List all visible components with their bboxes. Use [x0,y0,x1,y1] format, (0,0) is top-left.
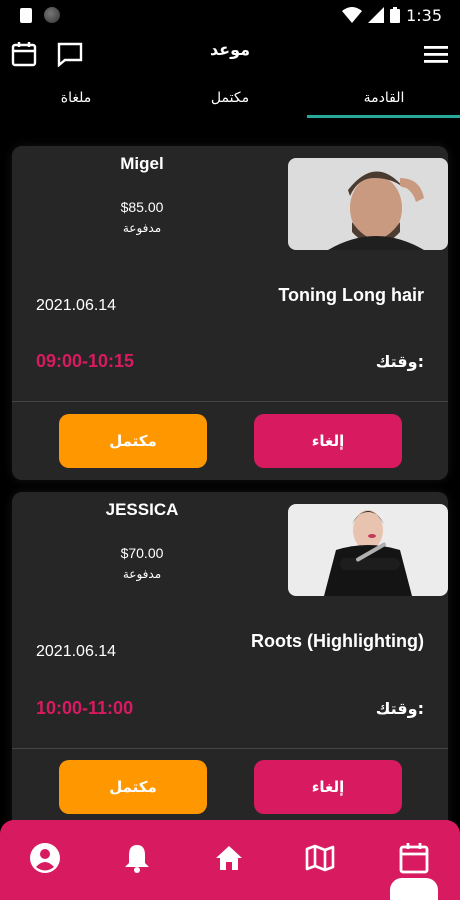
client-photo [288,158,448,250]
wifi-icon [342,7,363,23]
appointment-date: 2021.06.14 [36,297,117,314]
active-nav-indicator [390,878,438,900]
cancel-button[interactable]: إلغاء [254,414,402,468]
menu-button[interactable] [420,38,452,70]
page-title: موعد [209,40,251,59]
time-label: وقتك: [375,699,424,718]
hamburger-menu-icon [424,46,448,63]
service-name: Toning Long hair [278,285,424,305]
appointment-time: 09:00-10:15 [36,351,135,371]
cancel-button[interactable]: إلغاء [254,760,402,814]
payment-status: مدفوعة [122,221,162,235]
time-label: وقتك: [375,352,424,371]
nav-notifications[interactable] [117,838,157,878]
appointment-time: 10:00-11:00 [36,698,134,718]
appointment-price: $70.00 [120,545,164,561]
nav-map[interactable] [300,838,340,878]
signal-icon [368,7,385,23]
client-name: Migel [120,154,164,173]
client-name: JESSICA [105,500,179,519]
notification-dot-icon [44,7,60,23]
card-divider [12,401,448,402]
appointment-price: $85.00 [120,199,164,215]
client-photo [288,504,448,596]
bell-icon [125,845,149,873]
complete-button[interactable]: مكتمل [59,760,207,814]
appointment-card: JESSICA $70.00 مدفوعة Roots (Highlightin… [12,492,448,832]
status-bar: 1:35 [0,0,460,30]
calendar-icon [399,843,429,874]
active-tab-indicator [307,115,460,118]
complete-button[interactable]: مكتمل [59,414,207,468]
payment-status: مدفوعة [122,567,162,581]
bottom-navigation [0,820,460,900]
appointment-date: 2021.06.14 [36,643,117,660]
battery-icon [390,7,401,23]
profile-icon [30,843,60,873]
sim-card-icon [20,7,32,23]
card-divider [12,748,448,749]
appointment-tabs: القادمة مكتمل ملغاة [0,82,460,120]
home-icon [216,846,242,870]
app-header: موعد [0,30,460,78]
nav-profile[interactable] [25,838,65,878]
appointment-card: Migel $85.00 مدفوعة Toning Long hair 202… [12,146,448,480]
service-name: Roots (Highlighting) [251,631,424,651]
tab-cancelled[interactable]: ملغاة [16,90,136,106]
nav-home[interactable] [209,838,249,878]
nav-calendar[interactable] [394,838,434,878]
status-time: 1:35 [406,5,442,25]
tab-completed[interactable]: مكتمل [170,90,290,106]
map-icon [305,844,335,872]
tab-upcoming[interactable]: القادمة [324,90,444,106]
